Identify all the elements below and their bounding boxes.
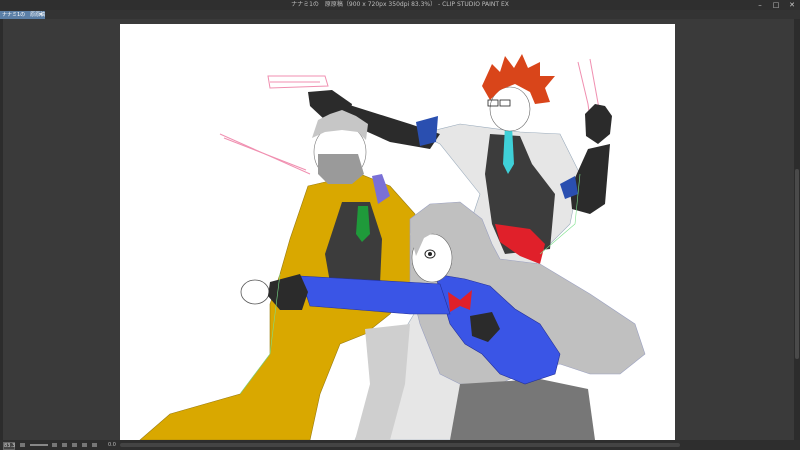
vertical-scroll-thumb[interactable] xyxy=(795,169,799,359)
status-bar: 83.3 0.0 xyxy=(0,440,800,450)
rotate-right-icon[interactable] xyxy=(92,443,97,447)
close-button[interactable]: ✕ xyxy=(788,1,796,9)
left-panel-edge xyxy=(0,19,3,440)
title-bar: ナナミ1の 原原稿（900 x 720px 350dpi 83.3%） - CL… xyxy=(0,0,800,10)
drawing-canvas[interactable] xyxy=(120,24,675,440)
zoom-slider[interactable] xyxy=(30,444,48,446)
window-title: ナナミ1の 原原稿（900 x 720px 350dpi 83.3%） - CL… xyxy=(291,1,509,8)
tab-document[interactable]: ナナミ1の 原原稿 ✕ xyxy=(0,11,45,19)
zoom-out-icon[interactable] xyxy=(20,443,25,447)
actual-size-icon[interactable] xyxy=(72,443,77,447)
window-controls: – □ ✕ xyxy=(756,0,796,10)
rotate-left-icon[interactable] xyxy=(82,443,87,447)
horizontal-scrollbar[interactable] xyxy=(120,443,680,447)
rotation-value: 0.0 xyxy=(108,442,116,448)
minimize-button[interactable]: – xyxy=(756,1,764,9)
artwork xyxy=(139,54,646,440)
document-tab-bar: ナナミ1の 原原稿 ✕ xyxy=(0,10,800,19)
vertical-scrollbar[interactable] xyxy=(794,19,800,440)
maximize-button[interactable]: □ xyxy=(772,1,780,9)
zoom-in-icon[interactable] xyxy=(52,443,57,447)
fit-window-icon[interactable] xyxy=(62,443,67,447)
zoom-level[interactable]: 83.3 xyxy=(3,442,15,450)
tab-close-icon[interactable]: ✕ xyxy=(39,11,43,19)
